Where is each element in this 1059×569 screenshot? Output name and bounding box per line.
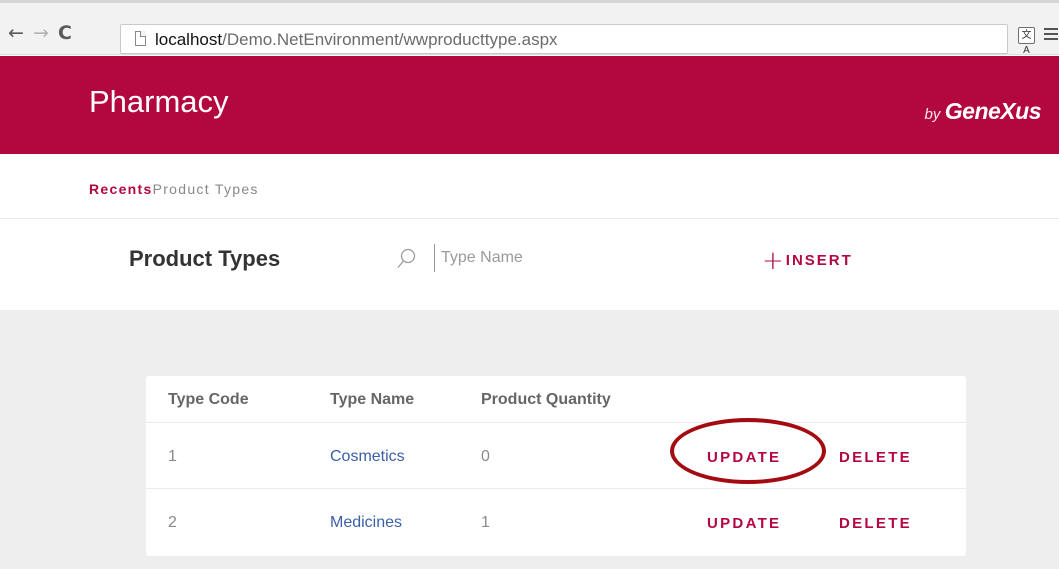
cell-type-code: 1: [168, 448, 177, 465]
cell-product-quantity: 0: [481, 448, 490, 465]
cell-product-quantity: 1: [481, 514, 490, 531]
cell-type-code: 2: [168, 514, 177, 531]
plus-icon: +: [762, 246, 784, 276]
back-arrow-icon[interactable]: ←: [8, 24, 24, 43]
page-title: Product Types: [129, 246, 281, 271]
app-title[interactable]: Pharmacy: [89, 84, 229, 120]
address-bar[interactable]: localhost/Demo.NetEnvironment/wwproductt…: [120, 24, 1008, 54]
url-host: localhost: [155, 30, 223, 49]
delete-button[interactable]: DELETE: [839, 449, 912, 466]
browser-toolbar: ← → C localhost/Demo.NetEnvironment/wwpr…: [0, 0, 1059, 56]
brand-by: by: [924, 106, 941, 123]
row-divider: [146, 422, 966, 423]
url-path: /Demo.NetEnvironment/wwproducttype.aspx: [222, 30, 558, 49]
page-icon: [135, 31, 146, 46]
brand-name: GeneXus: [944, 98, 1042, 124]
breadcrumb-recents[interactable]: Recents: [89, 181, 153, 197]
row-divider: [146, 488, 966, 489]
breadcrumb: RecentsProduct Types: [89, 181, 259, 197]
delete-button[interactable]: DELETE: [839, 515, 912, 532]
reload-icon[interactable]: C: [58, 24, 72, 43]
insert-label: INSERT: [785, 252, 853, 269]
column-header-product-quantity[interactable]: Product Quantity: [481, 391, 611, 409]
search-icon: [397, 248, 416, 268]
genexus-logo: by GeneXus: [924, 98, 1041, 125]
cell-type-name-link[interactable]: Medicines: [330, 514, 402, 532]
divider: [0, 218, 1059, 219]
app-header: Pharmacy by GeneXus: [0, 56, 1059, 154]
browser-menu-icon[interactable]: [1044, 28, 1058, 43]
update-button[interactable]: UPDATE: [707, 449, 781, 466]
cell-type-name-link[interactable]: Cosmetics: [330, 448, 405, 466]
breadcrumb-current: Product Types: [152, 181, 259, 197]
insert-button[interactable]: + INSERT: [762, 246, 853, 276]
update-button[interactable]: UPDATE: [707, 515, 781, 532]
translate-icon[interactable]: 文A: [1018, 27, 1035, 56]
product-types-grid: Type Code Type Name Product Quantity 1 C…: [146, 376, 966, 556]
column-header-type-code[interactable]: Type Code: [168, 391, 249, 409]
search-input[interactable]: [434, 244, 634, 272]
url-text[interactable]: localhost/Demo.NetEnvironment/wwproductt…: [155, 30, 558, 50]
column-header-type-name[interactable]: Type Name: [330, 391, 414, 409]
forward-arrow-icon[interactable]: →: [33, 24, 49, 43]
